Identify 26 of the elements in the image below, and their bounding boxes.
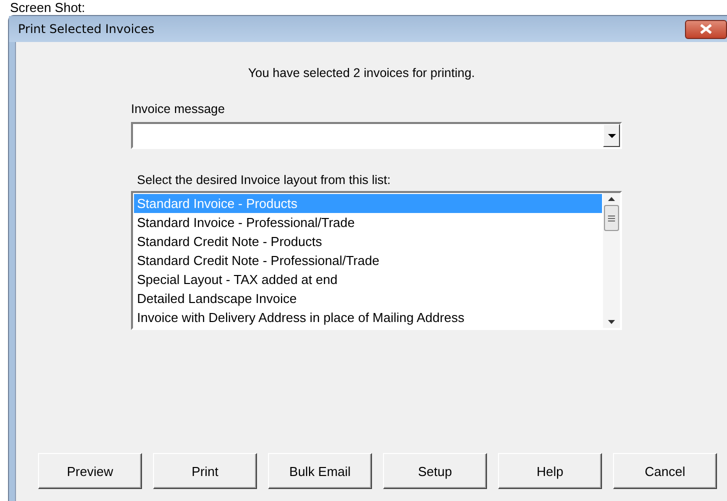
field-label: Invoice message: [131, 102, 226, 116]
close-button[interactable]: [685, 20, 727, 38]
message-combobox[interactable]: [131, 122, 622, 149]
close-icon: [700, 24, 712, 34]
scrollbar[interactable]: [603, 193, 620, 328]
dropdown-button[interactable]: [603, 124, 620, 147]
scroll-down-icon: [608, 320, 615, 324]
list-item[interactable]: Invoice with Delivery Address in place of Mailing Address: [134, 308, 602, 327]
list-item[interactable]: Standard Credit Note - Professional/Trade: [134, 251, 602, 270]
info-message: You have selected 2 invoices for printing.: [247, 66, 476, 80]
list-item[interactable]: Detailed Landscape Invoice: [134, 289, 602, 308]
list-item[interactable]: Standard Credit Note - Products: [134, 232, 602, 251]
dialog-button[interactable]: Print: [153, 453, 257, 489]
list-label: Select the desired Invoice layout from this list:: [137, 173, 392, 187]
dialog-button[interactable]: Help: [498, 453, 602, 489]
list-item[interactable]: Special Layout - TAX added at end: [134, 270, 602, 289]
dialog-button[interactable]: Cancel: [613, 453, 717, 489]
dialog-button[interactable]: Bulk Email: [268, 453, 372, 489]
list-item[interactable]: Standard Invoice - Professional/Trade: [134, 213, 602, 232]
scroll-thumb[interactable]: [604, 205, 619, 231]
scroll-up-icon: [608, 197, 615, 201]
dialog-button[interactable]: Preview: [38, 453, 142, 489]
window-title: Print Selected Invoices: [18, 22, 154, 36]
caret-icon: [608, 134, 616, 138]
dialog-button[interactable]: Setup: [383, 453, 487, 489]
caption-text: Screen Shot:: [9, 0, 86, 15]
